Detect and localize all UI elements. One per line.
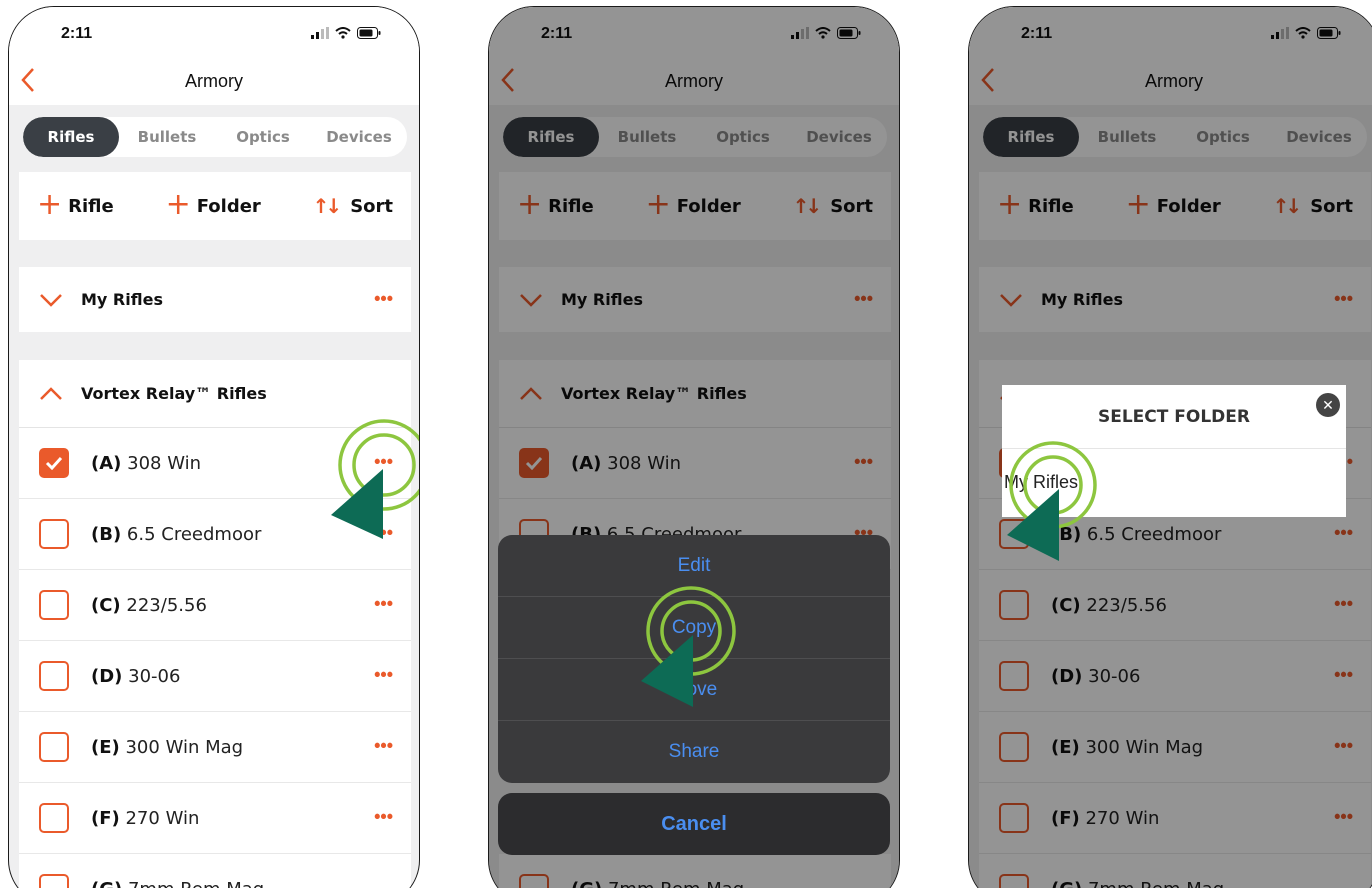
list-item[interactable]: (D) 30-06 ••• [19, 641, 411, 712]
list-item[interactable]: (G) 7mm Rem Mag [19, 854, 411, 888]
tab-optics[interactable]: Optics [215, 117, 311, 157]
segmented-control: Rifles Bullets Optics Devices [23, 117, 407, 157]
chevron-down-icon [40, 293, 62, 307]
phone-screen-2: 2:11 Armory Rifles Bullets Optics Device… [488, 6, 900, 888]
nav-bar: Armory [9, 59, 419, 105]
add-rifle-button[interactable]: + Rifle [37, 186, 114, 222]
checkbox[interactable] [39, 732, 69, 762]
tap-pointer-icon [641, 586, 736, 707]
plus-icon: + [165, 186, 191, 222]
action-bar: + Rifle + Folder ↑↓ Sort [19, 172, 411, 240]
status-icons [311, 27, 381, 39]
checkbox[interactable] [39, 803, 69, 833]
tap-pointer-icon [1007, 441, 1097, 561]
sort-button[interactable]: ↑↓ Sort [313, 194, 393, 218]
close-icon[interactable]: ✕ [1316, 393, 1340, 417]
list-item[interactable]: (F) 270 Win ••• [19, 783, 411, 854]
cancel-button[interactable]: Cancel [498, 793, 890, 855]
list-item[interactable]: (E) 300 Win Mag ••• [19, 712, 411, 783]
phone-screen-3: 2:11 Armory Rifles Bullets Optics Device… [968, 6, 1372, 888]
signal-icon [311, 27, 329, 39]
folder-my-rifles[interactable]: My Rifles ••• [19, 267, 411, 332]
tab-rifles[interactable]: Rifles [23, 117, 119, 157]
phone-screen-1: 2:11 Armory Rifles Bullets Optics Device… [8, 6, 420, 888]
status-bar: 2:11 [9, 7, 419, 59]
list-item[interactable]: (C) 223/5.56 ••• [19, 570, 411, 641]
share-option[interactable]: Share [498, 721, 890, 783]
tap-pointer-icon [331, 419, 419, 539]
checkbox[interactable] [39, 519, 69, 549]
more-options-icon[interactable]: ••• [374, 806, 393, 827]
more-options-icon[interactable]: ••• [374, 735, 393, 756]
checkbox[interactable] [39, 874, 69, 888]
chevron-up-icon [40, 386, 62, 400]
add-folder-button[interactable]: + Folder [165, 186, 261, 222]
more-options-icon[interactable]: ••• [374, 288, 393, 309]
plus-icon: + [37, 186, 63, 222]
more-options-icon[interactable]: ••• [374, 593, 393, 614]
sort-arrows-icon: ↑↓ [312, 194, 342, 218]
checkbox[interactable] [39, 590, 69, 620]
checkmark-icon [45, 456, 63, 470]
more-options-icon[interactable]: ••• [374, 664, 393, 685]
wifi-icon [335, 27, 351, 39]
tab-devices[interactable]: Devices [311, 117, 407, 157]
status-time: 2:11 [61, 25, 93, 42]
page-title: Armory [185, 71, 243, 91]
checkbox[interactable] [39, 661, 69, 691]
checkbox[interactable] [39, 448, 69, 478]
tab-bullets[interactable]: Bullets [119, 117, 215, 157]
battery-icon [357, 27, 381, 39]
